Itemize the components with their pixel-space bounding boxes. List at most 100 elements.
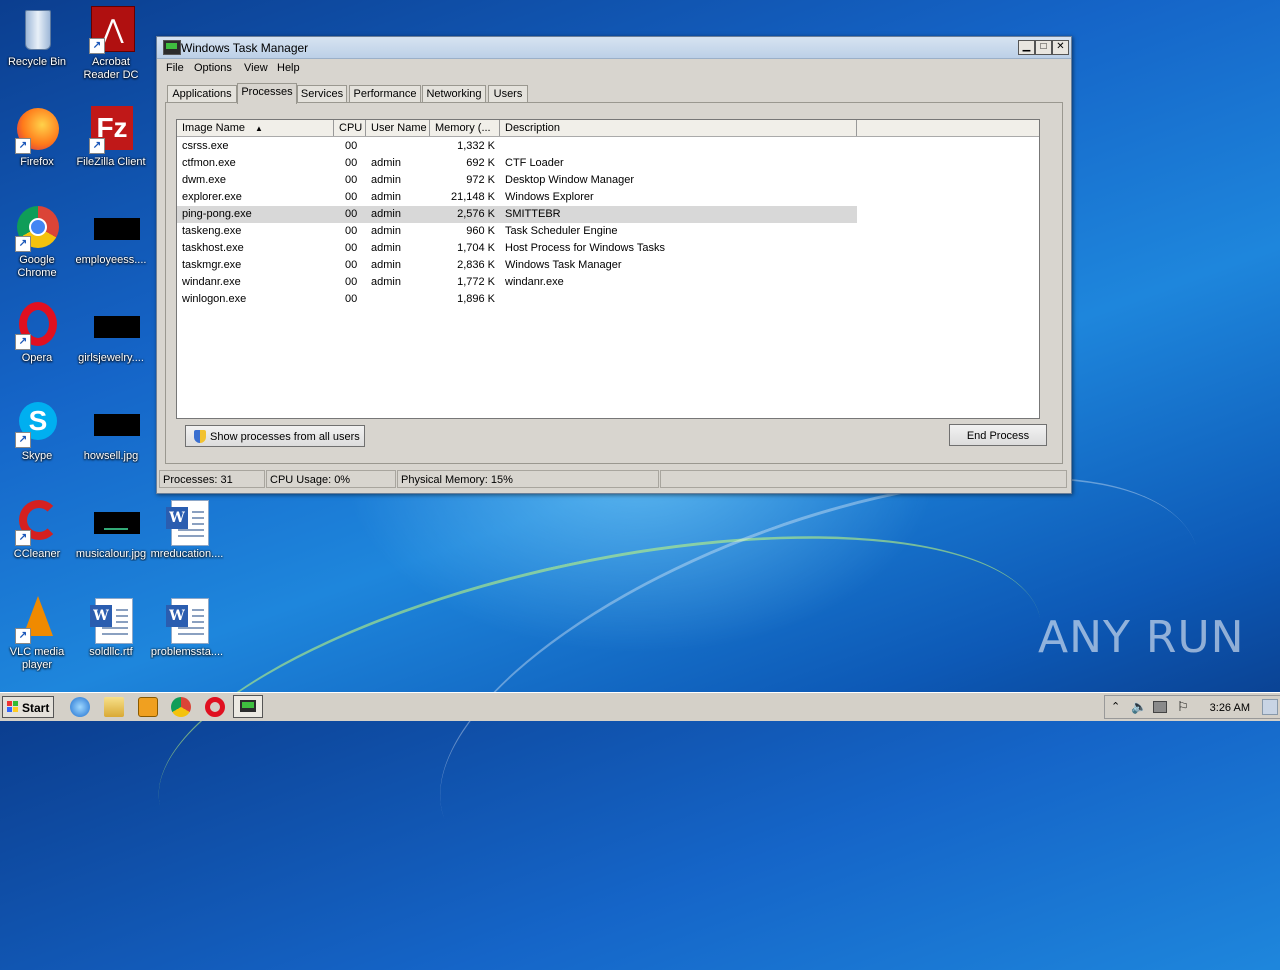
status-cpu-usage: CPU Usage: 0%: [266, 470, 396, 488]
desktop-icon-filezilla[interactable]: Fz ↗ FileZilla Client: [74, 106, 148, 169]
desktop-icon-recycle-bin[interactable]: Recycle Bin: [0, 6, 74, 69]
cell-image-name: taskmgr.exe: [182, 259, 242, 271]
desktop-icon-chrome[interactable]: ↗ Google Chrome: [0, 204, 74, 280]
desktop-icon-employeess[interactable]: employeess....: [74, 204, 148, 267]
tab-services[interactable]: Services: [297, 85, 347, 103]
desktop-icon-musicalour[interactable]: musicalour.jpg: [74, 498, 148, 561]
taskbar-task-manager-button[interactable]: [233, 695, 263, 718]
table-row[interactable]: ping-pong.exe 00 admin 2,576 K SMITTEBR: [177, 206, 857, 223]
start-button[interactable]: Start: [2, 696, 54, 718]
status-physical-memory: Physical Memory: 15%: [397, 470, 659, 488]
column-cpu[interactable]: CPU: [334, 120, 366, 136]
title-bar[interactable]: Windows Task Manager ▁ □ ✕: [157, 37, 1071, 59]
image-thumbnail: [94, 414, 140, 436]
desktop-icon-opera[interactable]: ↗ Opera: [0, 302, 74, 365]
chrome-icon[interactable]: [171, 697, 191, 717]
minimize-button[interactable]: ▁: [1018, 40, 1035, 55]
menu-file[interactable]: File: [166, 62, 184, 74]
cell-user-name: admin: [371, 225, 401, 237]
cell-user-name: admin: [371, 174, 401, 186]
cell-memory: 1,896 K: [457, 293, 495, 305]
desktop-icon-firefox[interactable]: ↗ Firefox: [0, 106, 74, 169]
cell-cpu: 00: [345, 242, 358, 254]
table-row[interactable]: windanr.exe 00 admin 1,772 K windanr.exe: [177, 274, 857, 291]
desktop-icon-howsell[interactable]: howsell.jpg: [74, 400, 148, 463]
tab-processes[interactable]: Processes: [237, 83, 297, 104]
table-row[interactable]: explorer.exe 00 admin 21,148 K Windows Explo…: [177, 189, 857, 206]
cell-memory: 1,332 K: [457, 140, 495, 152]
cell-cpu: 00: [345, 208, 358, 220]
explorer-folder-icon[interactable]: [104, 697, 124, 717]
desktop-icon-problemssta[interactable]: W problemssta....: [150, 596, 224, 659]
show-desktop-button[interactable]: [1262, 699, 1278, 715]
show-all-users-button[interactable]: Show processes from all users: [185, 425, 365, 447]
desktop-icon-acrobat[interactable]: ⋀ ↗ Acrobat Reader DC: [74, 6, 148, 82]
cell-memory: 1,772 K: [457, 276, 495, 288]
cell-cpu: 00: [345, 157, 358, 169]
opera-icon[interactable]: [205, 697, 225, 717]
task-manager-icon: [163, 40, 181, 55]
tab-performance[interactable]: Performance: [349, 85, 421, 103]
image-thumbnail: [94, 218, 140, 240]
tab-users[interactable]: Users: [488, 85, 528, 103]
desktop-icon-ccleaner[interactable]: ↗ CCleaner: [0, 498, 74, 561]
cell-description: Windows Task Manager: [505, 259, 622, 271]
menu-view[interactable]: View: [244, 62, 268, 74]
cell-user-name: admin: [371, 191, 401, 203]
table-row[interactable]: dwm.exe 00 admin 972 K Desktop Window Manage…: [177, 172, 857, 189]
task-manager-icon: [240, 700, 256, 712]
desktop-icon-label: Google Chrome: [17, 254, 57, 279]
sort-ascending-icon: ▲: [254, 124, 263, 133]
close-button[interactable]: ✕: [1052, 40, 1069, 55]
desktop-icon-vlc[interactable]: ↗ VLC media player: [0, 596, 74, 672]
maximize-button[interactable]: □: [1035, 40, 1052, 55]
end-process-button[interactable]: End Process: [949, 424, 1047, 446]
column-description[interactable]: Description: [500, 120, 857, 136]
column-memory[interactable]: Memory (...: [430, 120, 500, 136]
menu-options[interactable]: Options: [194, 62, 232, 74]
action-center-flag-icon[interactable]: ⚐: [1177, 699, 1189, 715]
cell-image-name: explorer.exe: [182, 191, 242, 203]
column-image-name[interactable]: Image Name ▲: [177, 120, 334, 136]
menu-bar: File Options View Help: [157, 59, 1071, 78]
show-hidden-icons-icon[interactable]: ⌃: [1111, 700, 1120, 713]
menu-help[interactable]: Help: [277, 62, 300, 74]
desktop-icon-label: musicalour.jpg: [75, 548, 147, 560]
status-processes: Processes: 31: [159, 470, 265, 488]
cell-image-name: winlogon.exe: [182, 293, 247, 305]
process-list[interactable]: Image Name ▲ CPU User Name Memory (... De…: [176, 119, 1040, 419]
desktop-icon-mreducation[interactable]: W mreducation....: [150, 498, 224, 561]
cell-image-name: taskeng.exe: [182, 225, 242, 237]
desktop-icon-label: VLC media player: [9, 646, 65, 671]
image-thumbnail: [94, 512, 140, 534]
clock[interactable]: 3:26 AM: [1210, 702, 1250, 714]
cell-memory: 21,148 K: [450, 191, 495, 203]
media-player-icon[interactable]: [138, 697, 158, 717]
volume-icon[interactable]: 🔈: [1131, 699, 1147, 715]
tab-networking[interactable]: Networking: [422, 85, 486, 103]
cell-memory: 972 K: [466, 174, 495, 186]
desktop-icon-soldllc[interactable]: W soldllc.rtf: [74, 596, 148, 659]
desktop-icon-skype[interactable]: S ↗ Skype: [0, 400, 74, 463]
table-row[interactable]: ctfmon.exe 00 admin 692 K CTF Loader: [177, 155, 857, 172]
column-user-name[interactable]: User Name: [366, 120, 430, 136]
desktop-icon-girlsjewelry[interactable]: girlsjewelry....: [74, 302, 148, 365]
shortcut-arrow-icon: ↗: [15, 432, 31, 448]
cell-memory: 2,836 K: [457, 259, 495, 271]
desktop-icon-label: Skype: [21, 450, 53, 462]
ie-icon[interactable]: [70, 697, 90, 717]
table-row[interactable]: winlogon.exe 00 1,896 K: [177, 291, 857, 308]
shortcut-arrow-icon: ↗: [89, 38, 105, 54]
table-row[interactable]: taskhost.exe 00 admin 1,704 K Host Process f…: [177, 240, 857, 257]
network-icon[interactable]: [1153, 701, 1167, 713]
tab-applications[interactable]: Applications: [167, 85, 237, 103]
desktop-icon-label: employeess....: [75, 254, 147, 266]
desktop-icon-label: Acrobat Reader DC: [83, 56, 139, 81]
status-empty: [660, 470, 1067, 488]
column-filler: [857, 120, 1039, 136]
table-row[interactable]: taskmgr.exe 00 admin 2,836 K Windows Task Ma…: [177, 257, 857, 274]
table-row[interactable]: taskeng.exe 00 admin 960 K Task Scheduler En…: [177, 223, 857, 240]
uac-shield-icon: [194, 430, 206, 443]
table-row[interactable]: csrss.exe 00 1,332 K: [177, 138, 857, 155]
cell-description: Host Process for Windows Tasks: [505, 242, 665, 254]
